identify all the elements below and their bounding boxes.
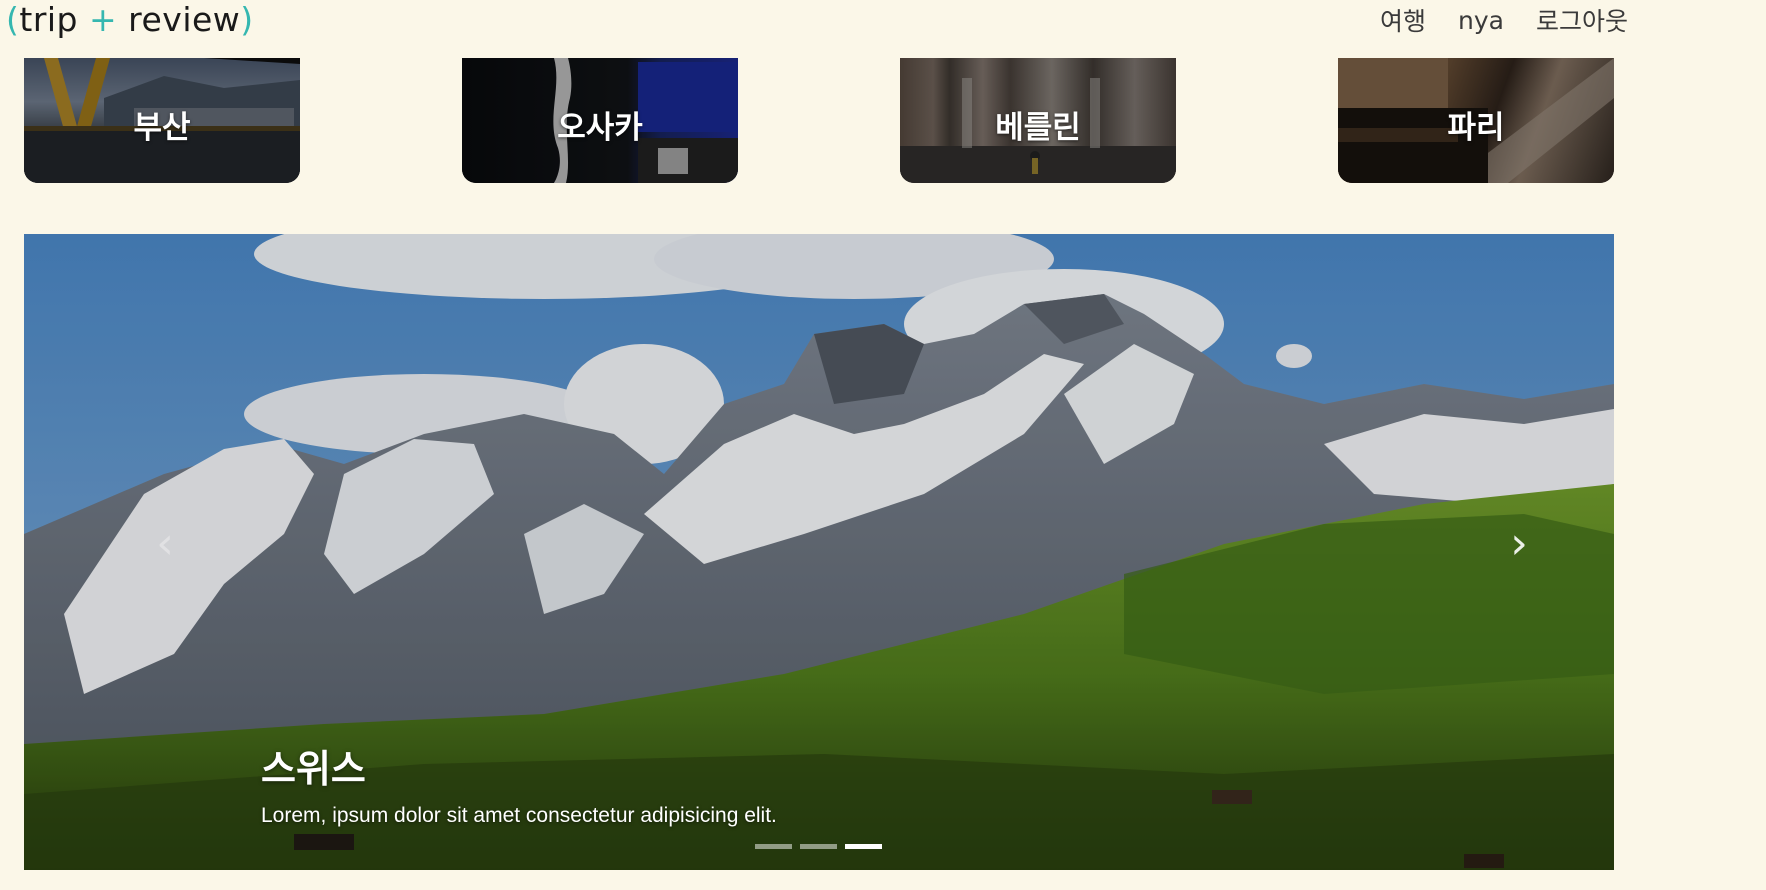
nav-link-logout[interactable]: 로그아웃 <box>1536 2 1628 38</box>
city-card-berlin[interactable]: 베를린 <box>900 58 1176 183</box>
nav-link-username[interactable]: nya <box>1458 6 1504 35</box>
top-nav: 여행 nya 로그아웃 <box>1380 0 1628 40</box>
page: (trip + review) 여행 nya 로그아웃 부산 오사카 베를린 파… <box>0 0 1766 890</box>
city-card-busan[interactable]: 부산 <box>24 58 300 183</box>
carousel-caption-text: Lorem, ipsum dolor sit amet consectetur … <box>261 804 777 827</box>
logo-plus: + <box>89 0 118 39</box>
city-label-busan: 부산 <box>133 110 191 146</box>
carousel-caption-title: 스위스 <box>261 747 366 791</box>
city-label-berlin: 베를린 <box>995 110 1081 146</box>
chevron-left-icon: ‹ <box>156 518 174 569</box>
logo-close-paren: ) <box>240 0 254 39</box>
city-card-paris[interactable]: 파리 <box>1338 58 1614 183</box>
carousel-indicator-3[interactable] <box>845 844 882 849</box>
city-label-osaka: 오사카 <box>557 110 643 146</box>
logo-word-trip: trip <box>19 0 78 39</box>
city-card-osaka[interactable]: 오사카 <box>462 58 738 183</box>
carousel-indicator-2[interactable] <box>800 844 837 849</box>
carousel-prev-button[interactable]: ‹ <box>150 518 180 569</box>
carousel-next-button[interactable]: › <box>1504 518 1534 569</box>
chevron-right-icon: › <box>1510 518 1528 569</box>
carousel-indicators <box>755 844 882 849</box>
nav-link-travel[interactable]: 여행 <box>1380 2 1426 38</box>
logo-open-paren: ( <box>6 0 20 39</box>
logo-word-review: review <box>128 0 241 39</box>
site-logo[interactable]: (trip + review) <box>6 0 254 40</box>
carousel-indicator-1[interactable] <box>755 844 792 849</box>
city-label-paris: 파리 <box>1447 110 1505 146</box>
